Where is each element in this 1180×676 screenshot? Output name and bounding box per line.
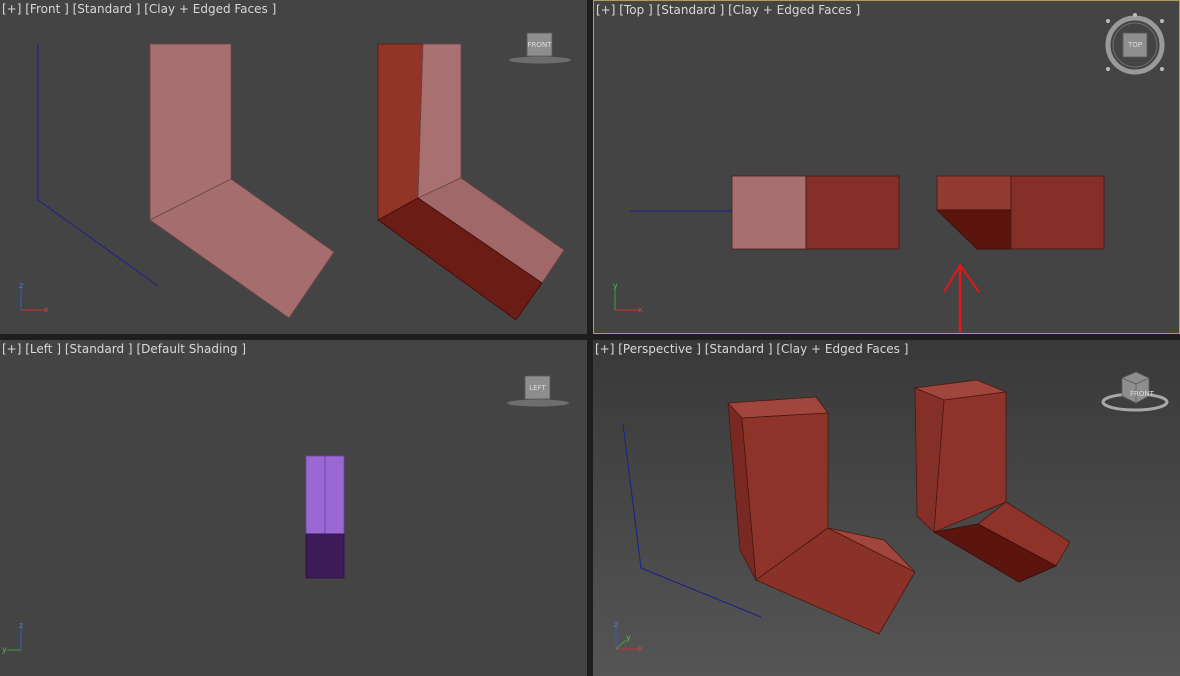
viewport-plus-menu[interactable]: [+] bbox=[2, 2, 21, 16]
left-object-dark-face bbox=[305, 533, 345, 579]
viewcube-face-label: FRONT bbox=[528, 41, 553, 49]
shading-mode-menu[interactable]: [Clay + Edged Faces ] bbox=[728, 3, 860, 17]
viewport-plus-menu[interactable]: [+] bbox=[595, 342, 614, 356]
axis-y-label: y bbox=[626, 633, 631, 642]
left-viewport-label: [+] [Left ] [Standard ] [Default Shading… bbox=[2, 342, 246, 356]
viewcube-icon[interactable]: LEFT bbox=[507, 375, 569, 407]
viewcube-face-label: FRONT bbox=[1130, 390, 1155, 398]
left-object-purple-face bbox=[305, 455, 326, 535]
axis-x-label: x bbox=[638, 305, 643, 314]
axis-y-label: y bbox=[2, 645, 7, 654]
elbow-object-side-face bbox=[377, 43, 424, 221]
axis-z-label: z bbox=[19, 621, 23, 630]
box-top-light-face bbox=[731, 175, 807, 250]
viewport-layout: [+] [Front ] [Standard ] [Clay + Edged F… bbox=[0, 0, 1180, 676]
viewcube-icon[interactable]: FRONT bbox=[509, 32, 571, 64]
shading-mode-menu[interactable]: [Clay + Edged Faces ] bbox=[776, 342, 908, 356]
left-object-purple-face bbox=[324, 455, 345, 535]
shading-mode-menu[interactable]: [Default Shading ] bbox=[136, 342, 246, 356]
shading-mode-menu[interactable]: [Clay + Edged Faces ] bbox=[144, 2, 276, 16]
viewcube-icon[interactable]: TOP bbox=[1122, 32, 1148, 58]
axis-z-label: z bbox=[19, 281, 23, 290]
left-viewport[interactable]: [+] [Left ] [Standard ] [Default Shading… bbox=[0, 340, 587, 676]
top-viewport-label: [+] [Top ] [Standard ] [Clay + Edged Fac… bbox=[596, 3, 860, 17]
chamfer-dark-face bbox=[936, 209, 1012, 250]
point-of-view-menu[interactable]: [Top ] bbox=[619, 3, 652, 17]
perspective-viewport-label: [+] [Perspective ] [Standard ] [Clay + E… bbox=[595, 342, 908, 356]
axis-z-label: z bbox=[614, 620, 618, 629]
axis-tripod-icon: z y x bbox=[614, 620, 643, 653]
axis-tripod-icon: z x bbox=[19, 281, 49, 314]
point-of-view-menu[interactable]: [Left ] bbox=[25, 342, 61, 356]
top-viewport-scene: TOP y x bbox=[613, 13, 1165, 332]
chamfer-side-face bbox=[1010, 175, 1105, 250]
shading-preset-menu[interactable]: [Standard ] bbox=[65, 342, 133, 356]
point-of-view-menu[interactable]: [Perspective ] bbox=[618, 342, 701, 356]
front-viewport[interactable]: [+] [Front ] [Standard ] [Clay + Edged F… bbox=[0, 0, 587, 334]
shading-preset-menu[interactable]: [Standard ] bbox=[73, 2, 141, 16]
shading-preset-menu[interactable]: [Standard ] bbox=[705, 342, 773, 356]
axis-y-label: y bbox=[613, 281, 618, 290]
world-axis-line bbox=[37, 44, 159, 287]
front-viewport-scene: FRONT z x bbox=[19, 32, 571, 321]
axis-tripod-icon: z y bbox=[2, 621, 23, 654]
shading-preset-menu[interactable]: [Standard ] bbox=[657, 3, 725, 17]
top-viewport[interactable]: [+] [Top ] [Standard ] [Clay + Edged Fac… bbox=[593, 0, 1180, 334]
viewcube-icon[interactable]: FRONT bbox=[1101, 371, 1169, 412]
viewport-plus-menu[interactable]: [+] bbox=[596, 3, 615, 17]
point-of-view-menu[interactable]: [Front ] bbox=[25, 2, 69, 16]
chamfer-top-face bbox=[936, 175, 1012, 211]
front-viewport-label: [+] [Front ] [Standard ] [Clay + Edged F… bbox=[2, 2, 276, 16]
arrow-annotation-icon bbox=[943, 263, 980, 332]
viewport-plus-menu[interactable]: [+] bbox=[2, 342, 21, 356]
elbow-object-front-face bbox=[417, 43, 462, 199]
perspective-viewport[interactable]: [+] [Perspective ] [Standard ] [Clay + E… bbox=[593, 340, 1180, 676]
left-viewport-scene: LEFT z y bbox=[2, 375, 569, 654]
viewcube-face-label: LEFT bbox=[529, 384, 546, 392]
axis-x-label: x bbox=[638, 644, 643, 653]
perspective-viewport-scene: FRONT z y x bbox=[614, 371, 1169, 653]
viewcube-face-label: TOP bbox=[1127, 41, 1142, 49]
axis-tripod-icon: y x bbox=[613, 281, 643, 314]
box-top-red-face bbox=[805, 175, 900, 250]
axis-x-label: x bbox=[44, 305, 49, 314]
